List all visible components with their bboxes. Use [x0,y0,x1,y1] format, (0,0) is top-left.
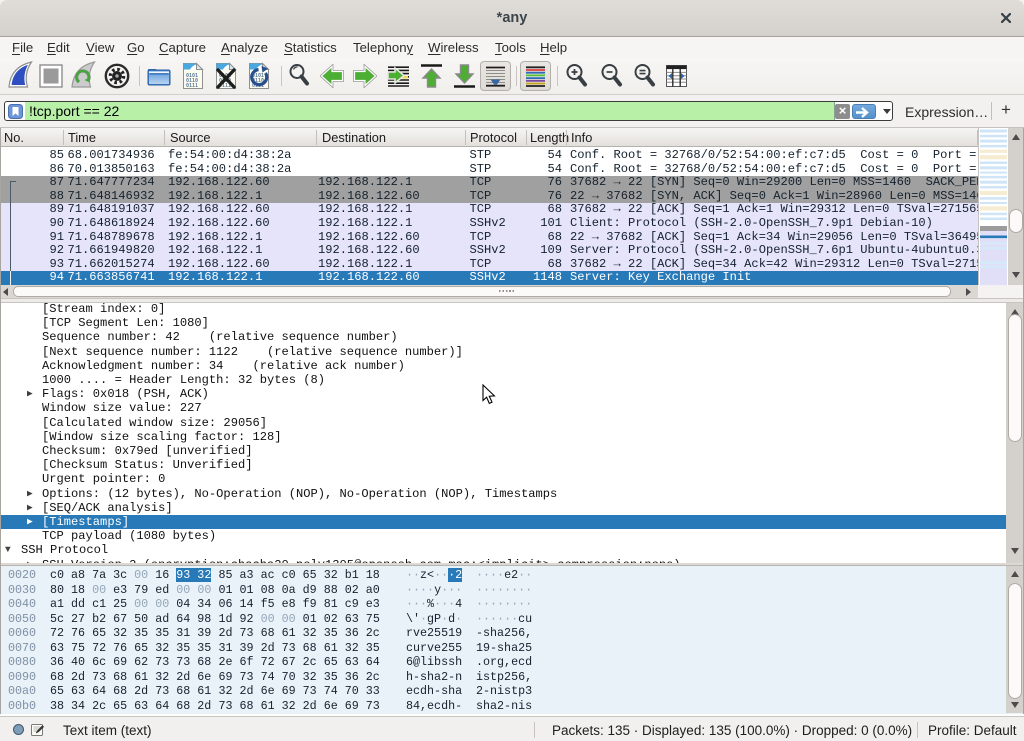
svg-text:0111: 0111 [186,83,198,89]
